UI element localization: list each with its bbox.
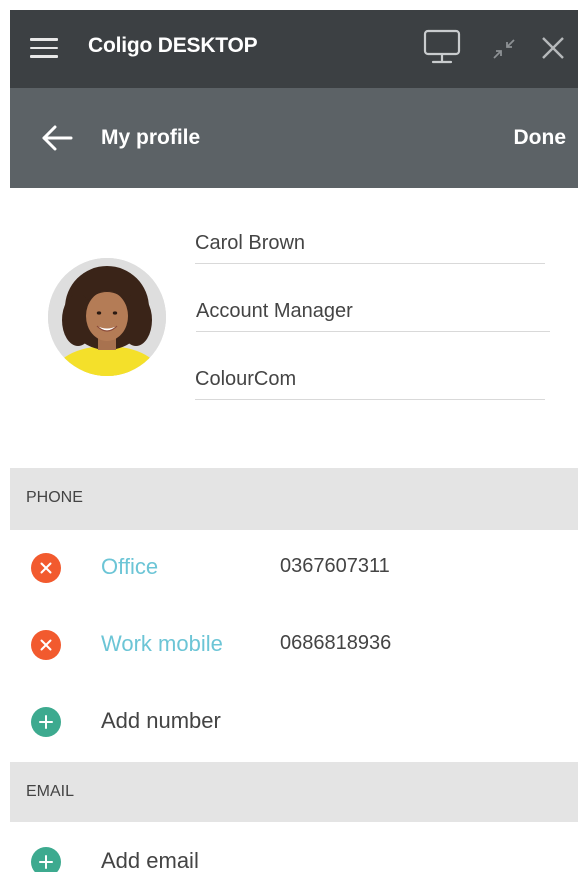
phone-section-header: PHONE bbox=[10, 468, 578, 530]
desktop-icon[interactable] bbox=[422, 28, 462, 68]
add-number-label: Add number bbox=[101, 708, 221, 733]
email-section-header: EMAIL bbox=[10, 762, 578, 822]
add-email-button[interactable]: Add email bbox=[10, 832, 578, 872]
company-field[interactable]: ColourCom bbox=[195, 364, 545, 400]
phone-row-office: Office 0367607311 bbox=[10, 538, 578, 598]
app-title: Coligo DESKTOP bbox=[88, 34, 258, 57]
role-field[interactable]: Account Manager bbox=[196, 296, 550, 332]
phone-type-label[interactable]: Work mobile bbox=[101, 631, 223, 657]
add-number-button[interactable]: Add number bbox=[10, 692, 578, 752]
phone-number[interactable]: 0367607311 bbox=[280, 555, 390, 578]
page-title: My profile bbox=[101, 126, 201, 149]
avatar-photo bbox=[48, 258, 166, 376]
collapse-icon[interactable] bbox=[490, 28, 518, 68]
close-icon[interactable] bbox=[540, 28, 566, 68]
app-window: Coligo DESKTOP My profile Done Carol Bro… bbox=[0, 0, 578, 872]
phone-row-work-mobile: Work mobile 0686818936 bbox=[10, 615, 578, 675]
phone-number[interactable]: 0686818936 bbox=[280, 632, 391, 655]
avatar[interactable] bbox=[48, 258, 166, 376]
profile-header: My profile Done bbox=[10, 88, 578, 188]
email-section-label: EMAIL bbox=[26, 783, 75, 800]
add-icon[interactable] bbox=[30, 846, 62, 872]
title-bar: Coligo DESKTOP bbox=[10, 10, 578, 88]
add-email-label: Add email bbox=[101, 848, 199, 872]
remove-icon[interactable] bbox=[30, 552, 62, 584]
company-value: ColourCom bbox=[195, 368, 297, 390]
done-button[interactable]: Done bbox=[514, 126, 567, 150]
add-icon[interactable] bbox=[30, 706, 62, 738]
name-field[interactable]: Carol Brown bbox=[195, 228, 545, 264]
menu-icon[interactable] bbox=[30, 38, 58, 58]
role-value: Account Manager bbox=[196, 300, 353, 322]
remove-icon[interactable] bbox=[30, 629, 62, 661]
name-value: Carol Brown bbox=[195, 232, 306, 254]
back-arrow-icon[interactable] bbox=[40, 123, 74, 153]
phone-type-label[interactable]: Office bbox=[101, 554, 158, 580]
phone-section-label: PHONE bbox=[26, 489, 83, 506]
